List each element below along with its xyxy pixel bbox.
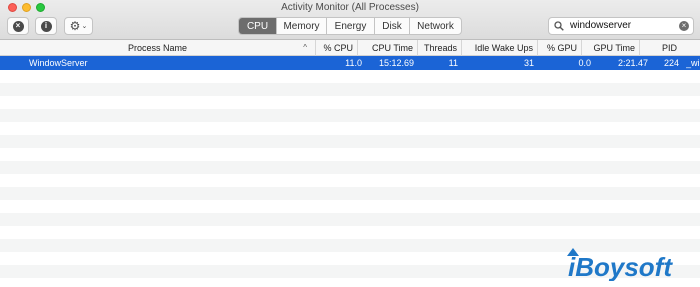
search-field[interactable]: windowserver ×	[548, 17, 694, 35]
svg-text:iBoysoft: iBoysoft	[568, 252, 673, 281]
column-pid[interactable]: PID	[640, 40, 700, 56]
empty-row	[0, 122, 700, 135]
gear-icon: ⚙	[69, 19, 81, 33]
tab-disk[interactable]: Disk	[374, 18, 409, 34]
empty-row	[0, 148, 700, 161]
empty-row	[0, 187, 700, 200]
column-gpu-time[interactable]: GPU Time	[582, 40, 640, 56]
iboysoft-logo: iBoysoft	[567, 248, 673, 281]
column-process-name[interactable]: Process Name ^	[0, 40, 316, 56]
tab-network[interactable]: Network	[409, 18, 461, 34]
sort-ascending-icon: ^	[303, 43, 307, 52]
column-idle-wake-ups[interactable]: Idle Wake Ups	[462, 40, 538, 56]
pid: 224	[664, 58, 680, 68]
view-tabs: CPU Memory Energy Disk Network	[238, 17, 462, 35]
inspect-process-button[interactable]: i	[35, 17, 57, 35]
table-header: Process Name ^ % CPU CPU Time Threads Id…	[0, 40, 700, 56]
search-icon	[554, 21, 564, 31]
clear-icon[interactable]: ×	[679, 21, 689, 31]
action-menu-button[interactable]: ⚙ ⌄	[64, 17, 93, 35]
empty-row	[0, 226, 700, 239]
user: _wi	[686, 58, 700, 68]
info-circle-icon: i	[40, 20, 52, 32]
title-bar: Activity Monitor (All Processes) × i ⚙ ⌄…	[0, 0, 700, 40]
empty-row	[0, 109, 700, 122]
cpu-time: 15:12.69	[378, 58, 414, 68]
empty-row	[0, 83, 700, 96]
tab-energy[interactable]: Energy	[326, 18, 374, 34]
idle-wake-ups: 31	[523, 58, 534, 68]
process-name: WindowServer	[29, 58, 88, 68]
tab-memory[interactable]: Memory	[276, 18, 326, 34]
stop-process-button[interactable]: ×	[7, 17, 29, 35]
empty-row	[0, 174, 700, 187]
empty-row	[0, 70, 700, 83]
window-title: Activity Monitor (All Processes)	[281, 2, 419, 13]
column-cpu-time[interactable]: CPU Time	[358, 40, 418, 56]
column-threads[interactable]: Threads	[418, 40, 462, 56]
column-gpu[interactable]: % GPU	[538, 40, 582, 56]
search-input[interactable]: windowserver	[570, 20, 631, 31]
empty-row	[0, 161, 700, 174]
empty-row	[0, 200, 700, 213]
chevron-down-icon: ⌄	[81, 23, 88, 30]
x-circle-icon: ×	[12, 20, 24, 32]
empty-row	[0, 213, 700, 226]
column-cpu[interactable]: % CPU	[316, 40, 358, 56]
gpu-time: 2:21.47	[617, 58, 648, 68]
threads: 11	[448, 58, 458, 68]
tab-cpu[interactable]: CPU	[239, 18, 276, 34]
table-row[interactable]: WindowServer 11.0 15:12.69 11 31 0.0 2:2…	[0, 56, 700, 70]
empty-row	[0, 135, 700, 148]
empty-row	[0, 96, 700, 109]
column-label: Process Name	[127, 43, 188, 53]
